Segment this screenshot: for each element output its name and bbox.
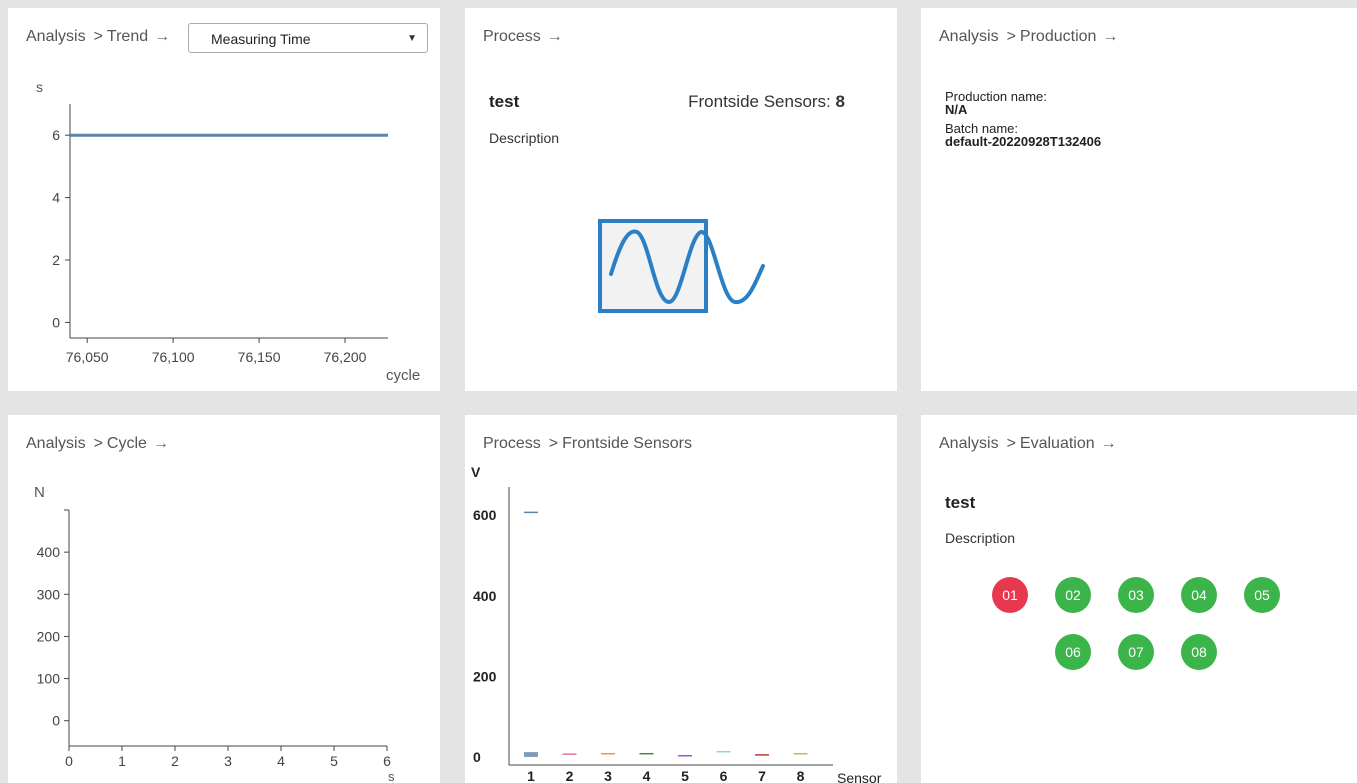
cycle-chart: N s 0 100 200 300 400 0 1 2 3 4 5 6 bbox=[34, 484, 395, 783]
y-tick-label: 600 bbox=[473, 507, 497, 523]
x-tick-label: 8 bbox=[797, 768, 805, 783]
crumb-page[interactable]: Production bbox=[1020, 28, 1097, 46]
y-tick-label: 400 bbox=[473, 588, 497, 604]
y-tick-label: 400 bbox=[37, 544, 61, 560]
x-tick-label: 6 bbox=[383, 753, 391, 769]
production-info: Production name: N/A Batch name: default… bbox=[945, 90, 1101, 154]
trend-panel: Analysis > Trend → Measuring Time ▼ s cycle… bbox=[8, 8, 440, 391]
sensor-count-value: 8 bbox=[835, 92, 845, 111]
batch-name-value: default-20220928T132406 bbox=[945, 134, 1102, 149]
x-tick-label: 3 bbox=[224, 753, 232, 769]
sensors-panel: Process > Frontside Sensors V Sensor 0 200 4… bbox=[465, 415, 897, 783]
y-tick-label: 0 bbox=[52, 713, 60, 729]
x-tick-label: 2 bbox=[566, 768, 574, 783]
y-tick-label: 0 bbox=[52, 314, 60, 330]
crumb-sep: > bbox=[1006, 28, 1016, 45]
evaluation-title: test bbox=[945, 493, 976, 512]
arrow-right-icon[interactable]: → bbox=[1102, 28, 1118, 46]
production-name-value: N/A bbox=[945, 102, 968, 117]
x-tick-label: 76,100 bbox=[152, 349, 195, 365]
production-name-label: Production name: bbox=[945, 89, 1047, 104]
y-tick-label: 2 bbox=[52, 252, 60, 268]
result-dot-04[interactable]: 04 bbox=[1181, 577, 1217, 613]
crumb-root[interactable]: Analysis bbox=[939, 28, 999, 46]
process-description: Description bbox=[489, 130, 560, 146]
sensor-bar bbox=[524, 752, 538, 757]
x-tick-label: 76,150 bbox=[238, 349, 281, 365]
y-tick-label: 4 bbox=[52, 190, 60, 206]
process-title: test bbox=[489, 92, 520, 111]
result-dot-05[interactable]: 05 bbox=[1244, 577, 1280, 613]
x-tick-label: 4 bbox=[643, 768, 651, 783]
evaluation-panel: Analysis > Evaluation → test Description 01… bbox=[921, 415, 1357, 783]
y-tick-label: 300 bbox=[37, 586, 61, 602]
crumb-root[interactable]: Process bbox=[483, 28, 541, 46]
result-dot-01[interactable]: 01 bbox=[992, 577, 1028, 613]
breadcrumb: Analysis > Evaluation → bbox=[939, 435, 1117, 453]
result-dot-06[interactable]: 06 bbox=[1055, 634, 1091, 670]
result-dot-02[interactable]: 02 bbox=[1055, 577, 1091, 613]
evaluation-description: Description bbox=[945, 530, 1016, 546]
arrow-right-icon[interactable]: → bbox=[1101, 435, 1117, 453]
trend-chart: s cycle 0 2 4 6 76,050 76,100 76,150 76,200 bbox=[36, 79, 420, 384]
y-tick-label: 100 bbox=[37, 671, 61, 687]
x-tick-label: 3 bbox=[604, 768, 612, 783]
arrow-right-icon[interactable]: → bbox=[547, 28, 563, 46]
sensor-count: Frontside Sensors: 8 bbox=[688, 92, 845, 112]
x-tick-label: 7 bbox=[758, 768, 766, 783]
process-panel: Process → test Frontside Sensors: 8 Descr… bbox=[465, 8, 897, 391]
x-tick-label: 4 bbox=[277, 753, 285, 769]
crumb-root[interactable]: Analysis bbox=[939, 435, 999, 453]
x-tick-label: 5 bbox=[330, 753, 338, 769]
x-tick-label: 2 bbox=[171, 753, 179, 769]
y-tick-label: 200 bbox=[37, 628, 61, 644]
y-tick-label: 200 bbox=[473, 668, 497, 684]
breadcrumb: Analysis > Production → bbox=[939, 28, 1118, 46]
y-tick-label: 6 bbox=[52, 127, 60, 143]
cycle-panel: Analysis > Cycle → N s 0 100 200 300 400 0 1 2 3 4 5 6 bbox=[8, 415, 440, 783]
production-panel: Analysis > Production → Production name: N/… bbox=[921, 8, 1357, 391]
y-tick-label: 0 bbox=[473, 749, 481, 765]
x-tick-label: 6 bbox=[720, 768, 728, 783]
x-axis-label: s bbox=[388, 769, 395, 783]
x-tick-label: 1 bbox=[527, 768, 535, 783]
y-axis-label: N bbox=[34, 484, 45, 501]
x-tick-label: 5 bbox=[681, 768, 689, 783]
x-axis-label: cycle bbox=[386, 367, 420, 384]
x-tick-label: 76,200 bbox=[324, 349, 367, 365]
result-dot-08[interactable]: 08 bbox=[1181, 634, 1217, 670]
result-dot-07[interactable]: 07 bbox=[1118, 634, 1154, 670]
crumb-sep: > bbox=[1006, 435, 1016, 452]
x-axis-label: Sensor bbox=[837, 770, 882, 783]
result-dot-03[interactable]: 03 bbox=[1118, 577, 1154, 613]
sensors-chart: V Sensor 0 200 400 600 1 2 3 4 5 6 7 8 bbox=[471, 464, 882, 783]
crumb-page[interactable]: Evaluation bbox=[1020, 435, 1095, 453]
x-tick-label: 0 bbox=[65, 753, 73, 769]
sensor-count-label: Frontside Sensors: bbox=[688, 92, 831, 111]
waveform-icon bbox=[598, 219, 765, 313]
y-axis-label: V bbox=[471, 464, 481, 480]
breadcrumb: Process → bbox=[483, 28, 563, 46]
y-axis-label: s bbox=[36, 79, 43, 95]
x-tick-label: 76,050 bbox=[66, 349, 109, 365]
x-tick-label: 1 bbox=[118, 753, 126, 769]
